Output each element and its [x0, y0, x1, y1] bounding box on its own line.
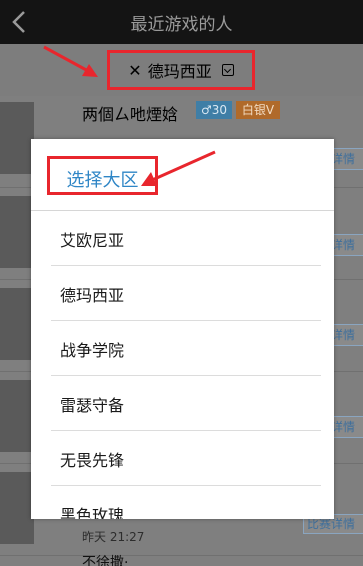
region-option[interactable]: 战争学院 [31, 321, 334, 376]
region-option-label: 战争学院 [60, 341, 125, 360]
timestamp: 昨天 21:27 [82, 530, 145, 544]
dropdown-square-icon [221, 64, 234, 76]
region-option-label: 黑色玫瑰 [60, 506, 125, 519]
level-badge: ♂30 [196, 101, 232, 119]
select-region-dialog: 选择大区 艾欧尼亚 德玛西亚 战争学院 雷瑟守备 无畏先锋 黑色玫瑰 [31, 139, 334, 519]
close-icon: ✕ [128, 60, 142, 80]
avatar [0, 380, 34, 452]
region-selector-button[interactable]: ✕ 德玛西亚 [107, 50, 255, 90]
region-option[interactable]: 无畏先锋 [31, 431, 334, 486]
player-name: 两個ㄙ吔煙娢 [82, 105, 179, 124]
rank-badge: 白银V [236, 101, 280, 119]
avatar [0, 288, 34, 360]
region-option-label: 艾欧尼亚 [60, 231, 125, 250]
region-option-label: 无畏先锋 [60, 451, 125, 470]
avatar [0, 472, 34, 544]
region-option[interactable]: 德玛西亚 [31, 266, 334, 321]
avatar [0, 102, 34, 174]
region-option-label: 德玛西亚 [60, 286, 125, 305]
current-region-label: 德玛西亚 [147, 62, 212, 81]
dialog-title-highlight: 选择大区 [47, 156, 158, 195]
top-bar: 最近游戏的人 [0, 0, 363, 44]
avatar [0, 196, 34, 268]
region-bar: ✕ 德玛西亚 [0, 44, 363, 96]
dialog-title: 选择大区 [66, 170, 139, 191]
page-title: 最近游戏的人 [130, 15, 233, 35]
player-name: 不徐撒· [82, 555, 129, 566]
region-option[interactable]: 雷瑟守备 [31, 376, 334, 431]
region-option[interactable]: 黑色玫瑰 [31, 486, 334, 519]
dialog-header: 选择大区 [31, 139, 334, 211]
region-option-label: 雷瑟守备 [60, 396, 125, 415]
region-option[interactable]: 艾欧尼亚 [31, 211, 334, 266]
